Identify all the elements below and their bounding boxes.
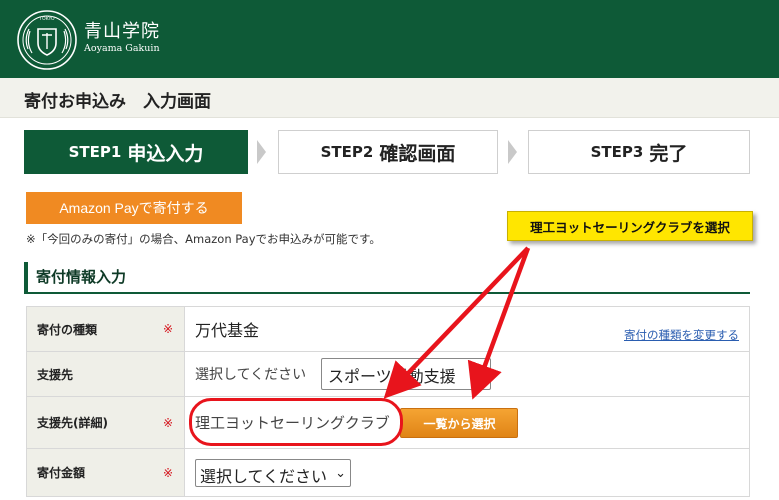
support-select-value: スポーツ活動支援 [327,367,456,386]
select-from-list-button[interactable]: 一覧から選択 [400,407,519,438]
amount-value-cell: 選択してください ⌄ [184,448,750,497]
form-row-type: 寄付の種類 ※ 万代基金 寄付の種類を変更する [26,306,750,352]
step-2-title: 確認画面 [379,142,456,165]
step-2: STEP2 確認画面 [278,130,498,174]
amazon-pay-note: ※「今回のみの寄付」の場合、Amazon Payでお申込みが可能です。 [26,232,381,246]
step-chevron-icon [508,140,517,164]
site-header: TOKYO 青山学院 Aoyama Gakuin [0,0,779,78]
step-chevron-icon [257,140,266,164]
type-label-cell: 寄付の種類 ※ [26,306,185,352]
university-seal-icon[interactable]: TOKYO [16,9,78,71]
amount-select-value: 選択してください [200,466,328,486]
form-row-support: 支援先 選択してください スポーツ活動支援 ⌄ [26,351,750,397]
svg-text:TOKYO: TOKYO [38,16,55,22]
step-3-label: STEP3 [590,143,644,161]
required-mark: ※ [163,465,174,480]
step-3-title: 完了 [649,142,688,165]
step-2-label: STEP2 [320,143,374,161]
step-1: STEP1 申込入力 [24,130,248,174]
support-label-cell: 支援先 [26,351,185,397]
logo-text: 青山学院 Aoyama Gakuin [84,22,160,55]
detail-label: 支援先(詳細) [37,416,108,430]
step-1-label: STEP1 [68,143,122,161]
amount-label-cell: 寄付金額 ※ [26,448,185,497]
section-heading: 寄付情報入力 [24,262,750,294]
amount-label: 寄付金額 [37,466,86,480]
support-select[interactable]: スポーツ活動支援 ⌄ [320,358,491,390]
chevron-down-icon: ⌄ [475,365,486,380]
amount-select[interactable]: 選択してください ⌄ [195,458,351,487]
annotation-callout: 理工ヨットセーリングクラブを選択 [507,211,753,241]
change-type-link[interactable]: 寄付の種類を変更する [624,327,739,343]
support-value-cell: 選択してください スポーツ活動支援 ⌄ [184,351,750,397]
type-label: 寄付の種類 [37,322,98,337]
type-value-cell: 万代基金 寄付の種類を変更する [184,306,750,352]
chevron-down-icon: ⌄ [335,465,346,481]
form-row-amount: 寄付金額 ※ 選択してください ⌄ [26,448,750,497]
fund-type-value: 万代基金 [195,321,260,340]
logo-subtitle: Aoyama Gakuin [84,43,160,54]
highlight-ring [189,398,403,446]
step-3: STEP3 完了 [528,130,750,174]
page-title: 寄付お申込み 入力画面 [0,78,779,118]
required-mark: ※ [163,415,174,430]
support-prompt-text: 選択してください [195,366,307,383]
required-mark: ※ [163,322,174,336]
support-label: 支援先 [37,367,74,382]
detail-label-cell: 支援先(詳細) ※ [26,396,185,449]
logo-name: 青山学院 [84,21,160,42]
amazon-pay-button[interactable]: Amazon Payで寄付する [26,192,242,224]
step-1-title: 申込入力 [127,142,204,165]
